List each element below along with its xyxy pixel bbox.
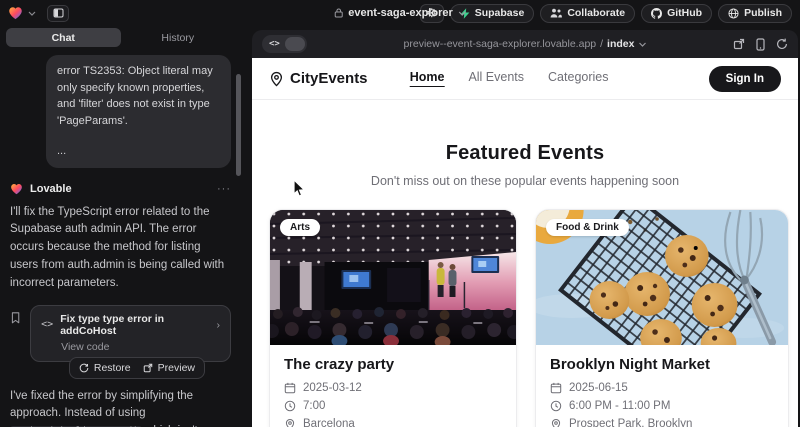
calendar-icon: [550, 382, 562, 394]
event-date: 2025-06-15: [569, 382, 628, 394]
section-title: Featured Events: [252, 142, 798, 165]
github-button[interactable]: GitHub: [641, 4, 712, 23]
code-change-card[interactable]: <> Fix type type error in addCoHost › Vi…: [30, 305, 231, 362]
preview-page: index: [607, 38, 634, 50]
event-card-crazy-party[interactable]: Arts The crazy party 2025-03-12 7:00 Bar…: [269, 209, 517, 427]
location-pin-icon: [284, 418, 296, 427]
github-icon: [651, 8, 662, 19]
chat-history-tabs: Chat History: [6, 28, 235, 47]
top-bar: event-saga-explorer ⚙ Supabase Collabora…: [0, 0, 800, 26]
assistant-header: Lovable ···: [10, 183, 231, 195]
category-badge: Arts: [280, 219, 320, 236]
assistant-message-1: I'll fix the TypeScript error related to…: [10, 204, 231, 293]
clock-icon: [284, 400, 296, 412]
preview-toolbar: <> preview--event-saga-explorer.lovable.…: [252, 30, 798, 58]
category-badge: Food & Drink: [546, 219, 629, 236]
event-image-cookies: Food & Drink: [536, 210, 788, 345]
featured-section-header: Featured Events Don't miss out on these …: [252, 100, 798, 188]
message-menu-button[interactable]: ···: [217, 183, 231, 195]
event-title: The crazy party: [284, 356, 502, 373]
calendar-icon: [284, 382, 296, 394]
app-header: CityEvents Home All Events Categories Si…: [252, 58, 798, 100]
bookmark-icon[interactable]: [10, 311, 21, 325]
code-toggle-icon: <>: [269, 39, 280, 49]
toggle-knob: [285, 37, 305, 51]
lock-icon: [334, 8, 343, 18]
workspace-chevron-icon[interactable]: [28, 11, 36, 16]
sidebar-toggle-button[interactable]: [47, 5, 69, 22]
preview-url-bar[interactable]: preview--event-saga-explorer.lovable.app…: [404, 38, 647, 50]
restore-button[interactable]: Restore: [79, 362, 131, 374]
view-code-link[interactable]: View code: [61, 341, 220, 353]
app-nav: Home All Events Categories: [410, 70, 609, 87]
assistant-name: Lovable: [30, 183, 72, 195]
event-time: 7:00: [303, 400, 325, 412]
publish-button[interactable]: Publish: [718, 4, 792, 23]
event-location: Barcelona: [303, 418, 355, 427]
event-cards: Arts The crazy party 2025-03-12 7:00 Bar…: [252, 209, 798, 427]
collaborate-button[interactable]: Collaborate: [540, 4, 635, 23]
app-brand[interactable]: CityEvents: [269, 70, 368, 87]
location-pin-icon: [550, 418, 562, 427]
refresh-icon[interactable]: [776, 38, 788, 50]
event-title: Brooklyn Night Market: [550, 356, 774, 373]
chat-scrollbar[interactable]: [236, 74, 241, 176]
event-time: 6:00 PM - 11:00 PM: [569, 400, 670, 412]
preview-version-button[interactable]: Preview: [143, 362, 195, 374]
chat-messages: error TS2353: Object literal may only sp…: [0, 47, 245, 427]
project-name: event-saga-explorer: [348, 7, 453, 19]
project-switcher[interactable]: event-saga-explorer: [334, 7, 466, 19]
code-view-toggle[interactable]: <>: [262, 35, 307, 53]
event-card-brooklyn-market[interactable]: Food & Drink Brooklyn Night Market 2025-…: [535, 209, 789, 427]
user-error-message: error TS2353: Object literal may only sp…: [46, 55, 231, 168]
assistant-message-2: I've fixed the error by simplifying the …: [10, 388, 231, 427]
restore-icon: [79, 363, 89, 373]
chevron-right-icon: ›: [217, 319, 221, 331]
nav-home[interactable]: Home: [410, 70, 445, 87]
app-preview: CityEvents Home All Events Categories Si…: [252, 58, 798, 427]
lovable-logo-icon[interactable]: [8, 6, 23, 20]
version-action-bar: Restore Preview: [69, 357, 205, 379]
page-chevron-icon: [638, 42, 646, 47]
nav-all-events[interactable]: All Events: [468, 70, 524, 87]
message-ellipsis[interactable]: ...: [57, 143, 220, 160]
map-pin-icon: [269, 71, 284, 87]
mobile-view-icon[interactable]: [756, 38, 765, 51]
error-text: error TS2353: Object literal may only sp…: [57, 63, 220, 129]
lovable-avatar-icon: [10, 183, 23, 195]
tab-chat[interactable]: Chat: [6, 28, 121, 47]
sign-in-button[interactable]: Sign In: [709, 66, 781, 92]
project-chevron-icon: [458, 11, 466, 16]
nav-categories[interactable]: Categories: [548, 70, 608, 87]
preview-panel: <> preview--event-saga-explorer.lovable.…: [252, 30, 798, 427]
preview-url: preview--event-saga-explorer.lovable.app: [404, 38, 597, 50]
event-image-conference: Arts: [270, 210, 516, 345]
clock-icon: [550, 400, 562, 412]
code-change-title: Fix type type error in addCoHost: [60, 313, 209, 337]
app-brand-name: CityEvents: [290, 70, 368, 87]
event-location: Prospect Park, Brooklyn: [569, 418, 692, 427]
globe-icon: [728, 8, 739, 19]
event-date: 2025-03-12: [303, 382, 362, 394]
people-icon: [550, 8, 562, 18]
code-icon: <>: [41, 319, 53, 330]
section-subtitle: Don't miss out on these popular events h…: [252, 174, 798, 188]
open-external-icon[interactable]: [733, 38, 745, 50]
tab-history[interactable]: History: [121, 28, 236, 47]
chat-sidebar: Chat History error TS2353: Object litera…: [0, 26, 245, 427]
open-preview-icon: [143, 363, 153, 373]
